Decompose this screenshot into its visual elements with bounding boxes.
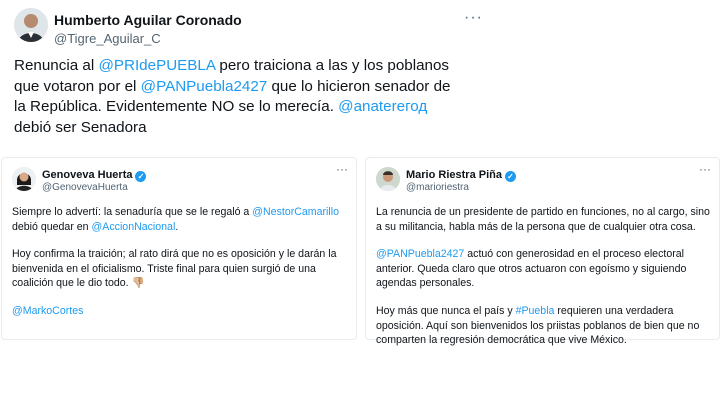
avatar[interactable] bbox=[12, 167, 36, 191]
tweet-text: La renuncia de un presidente de partido … bbox=[376, 205, 716, 361]
mention-link[interactable]: @anatereгод bbox=[338, 98, 427, 115]
avatar-image bbox=[14, 8, 48, 42]
tweet-text-segment: debió ser Senadora bbox=[14, 118, 147, 136]
author-name-text: Mario Riestra Piña bbox=[406, 169, 502, 181]
avatar-image bbox=[12, 167, 36, 191]
tweet-text: Renuncia al @PRIdePUEBLA pero traiciona … bbox=[14, 56, 454, 138]
paragraph: Hoy confirma la traición; al rato dirá q… bbox=[12, 247, 352, 291]
paragraph: Hoy más que nunca el país y #Puebla requ… bbox=[376, 304, 716, 348]
author-handle[interactable]: @GenovevaHuerta bbox=[42, 182, 128, 193]
tweet-text-segment: Hoy más que nunca el país y bbox=[376, 304, 516, 317]
hashtag-link[interactable]: #Puebla bbox=[516, 305, 555, 317]
mention-link[interactable]: @NestorCamarillo bbox=[252, 206, 339, 218]
mention-link[interactable]: @AccionNacional bbox=[92, 221, 176, 233]
author-handle[interactable]: @Tigre_Aguilar_C bbox=[54, 31, 161, 46]
quoted-tweet-card[interactable]: Mario Riestra Piña ✓ @marioriestra ··· La… bbox=[365, 157, 720, 346]
avatar-image bbox=[376, 167, 400, 191]
quoted-tweet-card[interactable]: Genoveva Huerta ✓ @GenovevaHuerta ··· Sie… bbox=[1, 157, 357, 340]
mention-link[interactable]: @MarkoCortes bbox=[12, 305, 83, 317]
tweet-text: Siempre lo advertí: la senaduría que se … bbox=[12, 205, 352, 332]
main-tweet: Humberto Aguilar Coronado @Tigre_Aguilar… bbox=[0, 0, 720, 150]
author-name[interactable]: Genoveva Huerta ✓ bbox=[42, 169, 147, 182]
mention-link[interactable]: @PANPuebla2427 bbox=[376, 248, 464, 260]
tweet-text-segment: debió quedar en bbox=[12, 220, 92, 233]
thumbs-down-icon: 👎🏼 bbox=[131, 277, 145, 290]
author-name[interactable]: Humberto Aguilar Coronado bbox=[54, 12, 242, 28]
tweet-text-segment: Hoy confirma la traición; al rato dirá q… bbox=[12, 248, 337, 290]
tweet-text-segment: Siempre lo advertí: la senaduría que se … bbox=[12, 206, 253, 218]
paragraph: @PANPuebla2427 actuó con generosidad en … bbox=[376, 247, 716, 291]
more-dots-icon[interactable]: ··· bbox=[699, 162, 711, 176]
avatar[interactable] bbox=[14, 8, 48, 42]
more-dots-icon[interactable]: ··· bbox=[336, 162, 348, 176]
verified-badge-icon: ✓ bbox=[504, 171, 516, 182]
tweet-text-segment: La renuncia de un presidente de partido … bbox=[376, 206, 710, 233]
author-name-text: Genoveva Huerta bbox=[42, 169, 133, 181]
tweet-text-segment: Renuncia al bbox=[14, 57, 99, 74]
more-dots-icon[interactable]: ··· bbox=[464, 9, 483, 27]
verified-badge-icon: ✓ bbox=[135, 171, 147, 182]
paragraph: La renuncia de un presidente de partido … bbox=[376, 205, 716, 234]
paragraph: @MarkoCortes bbox=[12, 304, 352, 319]
paragraph: Siempre lo advertí: la senaduría que se … bbox=[12, 205, 352, 234]
mention-link[interactable]: @PANPuebla2427 bbox=[141, 78, 268, 95]
author-name[interactable]: Mario Riestra Piña ✓ bbox=[406, 169, 516, 182]
tweet-text-segment: . bbox=[175, 220, 179, 233]
avatar[interactable] bbox=[376, 167, 400, 191]
author-handle[interactable]: @marioriestra bbox=[406, 182, 469, 193]
mention-link[interactable]: @PRIdePUEBLA bbox=[98, 57, 215, 74]
